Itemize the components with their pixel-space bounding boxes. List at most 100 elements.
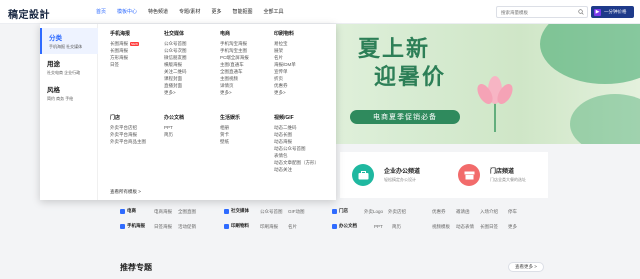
- menu-item[interactable]: 手机淘宝海报: [220, 40, 249, 47]
- category-link[interactable]: PPT: [374, 224, 383, 229]
- cart-icon: [120, 208, 125, 214]
- menu-item[interactable]: 外卖平台商品主图: [110, 138, 146, 145]
- menu-item[interactable]: PC端全屏海报: [220, 54, 249, 61]
- menu-item[interactable]: 外卖平台店招: [110, 124, 146, 131]
- menu-item[interactable]: 简历: [164, 131, 184, 138]
- category-link[interactable]: 活动促销: [178, 224, 196, 230]
- category-store[interactable]: 门店: [332, 208, 348, 214]
- nav-special-channel[interactable]: 特色频道: [148, 8, 168, 15]
- nav-more[interactable]: 更多: [211, 8, 221, 15]
- menu-item[interactable]: 直播封面: [164, 82, 187, 89]
- menu-item[interactable]: 优惠券: [274, 82, 296, 89]
- nav-home[interactable]: 首页: [96, 8, 106, 15]
- menu-item[interactable]: 长图海报 NEW: [110, 40, 139, 47]
- menu-item[interactable]: 动态关注: [274, 166, 319, 173]
- menu-item[interactable]: PPT: [164, 124, 184, 131]
- search-box[interactable]: [496, 6, 588, 18]
- card-subtitle: 轻松搞定办公设计: [384, 177, 416, 182]
- category-link[interactable]: 简历: [392, 224, 401, 230]
- nav-templates[interactable]: 模板中心: [117, 8, 137, 15]
- menu-item[interactable]: 更多>: [164, 89, 187, 96]
- menu-item[interactable]: 外卖平台海报: [110, 131, 146, 138]
- sidebar-item-usage[interactable]: 用途 社交电商 企业行政: [40, 54, 98, 80]
- menu-item[interactable]: 动态文章配图（方形）: [274, 159, 319, 166]
- menu-item[interactable]: 名片: [274, 54, 296, 61]
- menu-item[interactable]: 折页: [274, 75, 296, 82]
- category-link[interactable]: 印刷海报: [260, 224, 278, 230]
- office-channel-card[interactable]: 企业办公频道 轻松搞定办公设计: [344, 160, 434, 190]
- menu-item[interactable]: 壁纸: [220, 138, 240, 145]
- banner-tagline: 电商夏季促销必备: [350, 110, 460, 124]
- category-link[interactable]: 动态表情: [456, 224, 474, 230]
- menu-item[interactable]: 课程封面: [164, 75, 187, 82]
- lotus-flower-icon: [477, 76, 513, 132]
- menu-item[interactable]: 手机淘宝主图: [220, 47, 249, 54]
- menu-item[interactable]: 日签: [110, 61, 139, 68]
- search-input[interactable]: [501, 10, 573, 15]
- menu-item[interactable]: 主图/直通车: [220, 61, 249, 68]
- category-mobile-poster[interactable]: 手机海报: [120, 223, 145, 229]
- category-link[interactable]: 外卖店招: [388, 209, 406, 215]
- menu-item[interactable]: 公众号次图: [164, 47, 187, 54]
- category-ecommerce[interactable]: 电商: [120, 208, 136, 214]
- category-link[interactable]: 长图日签: [480, 224, 498, 230]
- category-social[interactable]: 社交媒体: [224, 208, 249, 214]
- category-row: 手机海报 日签海报 活动促销 印刷物料 印刷海报 名片 办公文档 PPT 简历 …: [120, 223, 540, 233]
- vip-button[interactable]: ▶ 一分钟价格: [591, 6, 634, 18]
- menu-item[interactable]: 横版海报: [164, 61, 187, 68]
- menu-item[interactable]: 动态二维码: [274, 124, 319, 131]
- category-link[interactable]: 外卖Logo: [364, 209, 383, 215]
- social-icon: [224, 208, 229, 214]
- category-link[interactable]: 入场介绍: [480, 209, 498, 215]
- sidebar-item-category[interactable]: 分类 手机海报 社交媒体: [40, 28, 98, 54]
- menu-item[interactable]: 相册: [220, 124, 240, 131]
- menu-item[interactable]: 表情包: [274, 152, 319, 159]
- menu-item[interactable]: 全图直通车: [220, 68, 249, 75]
- menu-item[interactable]: 动态长图: [274, 131, 319, 138]
- sidebar-item-style[interactable]: 风格 简约 商务 手绘: [40, 80, 98, 106]
- category-link[interactable]: 全图直图: [178, 209, 196, 215]
- menu-item[interactable]: 更多>: [220, 89, 249, 96]
- menu-item[interactable]: 长图海报: [110, 47, 139, 54]
- see-more-button[interactable]: 查看更多 >: [508, 262, 544, 272]
- menu-item[interactable]: 详情页: [220, 82, 249, 89]
- category-link[interactable]: 邀请函: [456, 209, 470, 215]
- card-title: 企业办公频道: [384, 169, 421, 175]
- nav-topics[interactable]: 专题/素材: [179, 8, 200, 15]
- menu-item[interactable]: 方形海报: [110, 54, 139, 61]
- menu-item[interactable]: 微信朋友圈: [164, 54, 187, 61]
- view-all-templates-link[interactable]: 查看所有模板 >: [110, 189, 141, 195]
- menu-column-mobile-poster: 手机海报 长图海报 NEW 长图海报 方形海报 日签: [110, 31, 139, 68]
- category-link[interactable]: 电商海报: [154, 209, 172, 215]
- category-office[interactable]: 办公文档: [332, 223, 357, 229]
- menu-item[interactable]: 主图视频: [220, 75, 249, 82]
- category-link[interactable]: 优惠券: [432, 209, 446, 215]
- nav-cutout[interactable]: 智能抠图: [232, 8, 252, 15]
- menu-item[interactable]: 公众号首图: [164, 40, 187, 47]
- site-logo[interactable]: 稿定設計: [8, 6, 50, 21]
- play-icon: ▶: [594, 8, 601, 16]
- menu-item[interactable]: 更多>: [274, 89, 296, 96]
- category-link[interactable]: GIF动图: [288, 209, 305, 215]
- menu-item[interactable]: 易拉宝: [274, 40, 296, 47]
- menu-item[interactable]: 宣传单: [274, 68, 296, 75]
- category-link[interactable]: 名片: [288, 224, 297, 230]
- category-link[interactable]: 日签海报: [154, 224, 172, 230]
- menu-item[interactable]: 展架: [274, 47, 296, 54]
- store-channel-card[interactable]: 门店频道 门店全类大餐的选址: [450, 160, 540, 190]
- menu-item[interactable]: 海报/DM单: [274, 61, 296, 68]
- category-link[interactable]: 更多: [508, 224, 517, 230]
- menu-item[interactable]: 关注二维码: [164, 68, 187, 75]
- category-link[interactable]: 停车: [508, 209, 517, 215]
- category-link[interactable]: 视频模板: [432, 224, 450, 230]
- store-icon: [332, 208, 337, 214]
- lotus-leaf: [540, 24, 640, 84]
- search-icon[interactable]: [578, 9, 584, 15]
- nav-all-tools[interactable]: 全部工具: [263, 8, 283, 15]
- category-link[interactable]: 公众号首图: [260, 209, 283, 215]
- menu-item[interactable]: 贺卡: [220, 131, 240, 138]
- print-icon: [224, 223, 229, 229]
- menu-item[interactable]: 动态海报: [274, 138, 319, 145]
- menu-item[interactable]: 动态公众号首图: [274, 145, 319, 152]
- category-print[interactable]: 印刷物料: [224, 223, 249, 229]
